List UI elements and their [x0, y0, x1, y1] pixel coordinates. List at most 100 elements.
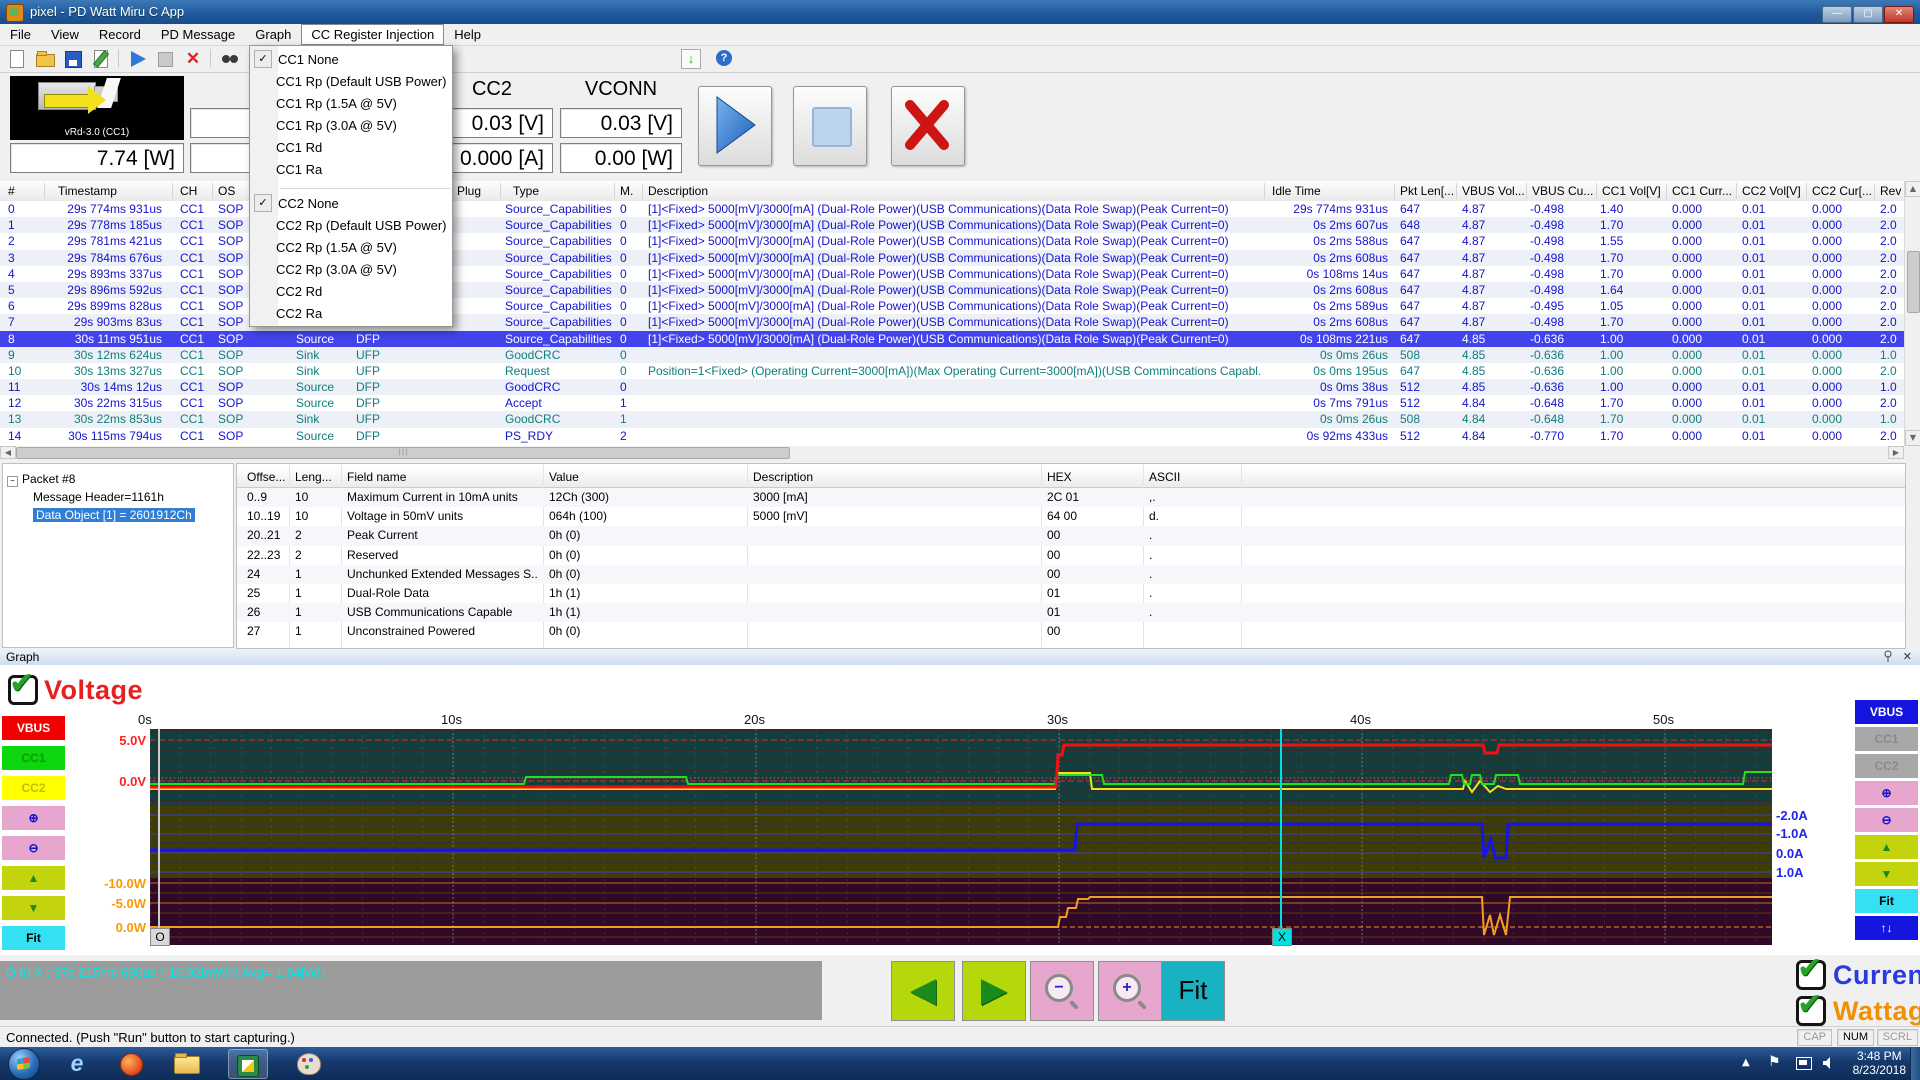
- legend-button[interactable]: ▲: [2, 866, 65, 890]
- start-button[interactable]: [8, 1048, 40, 1080]
- menu-cc-register-injection[interactable]: CC Register Injection: [301, 24, 444, 45]
- collapse-icon[interactable]: −: [7, 476, 18, 487]
- o-cursor-marker[interactable]: O: [150, 928, 170, 946]
- close-panel-icon[interactable]: ✕: [1903, 650, 1912, 663]
- legend-button[interactable]: ▲: [1855, 835, 1918, 859]
- legend-button[interactable]: CC2: [2, 776, 65, 800]
- scroll-down-icon[interactable]: ▼: [1905, 430, 1920, 446]
- save-icon[interactable]: [62, 48, 84, 70]
- table-row[interactable]: 10 30s 13ms 327us CC1 SOP Sink UFP Reque…: [0, 363, 1904, 379]
- legend-button[interactable]: VBUS: [2, 716, 65, 740]
- col-header[interactable]: CC1 Vol[V]: [1602, 184, 1661, 198]
- legend-button[interactable]: ▼: [2, 896, 65, 920]
- import-icon[interactable]: ↓: [680, 48, 702, 70]
- delete-icon[interactable]: ✕: [182, 48, 204, 70]
- col-header[interactable]: Plug: [457, 184, 481, 198]
- tray-network-icon[interactable]: [1796, 1057, 1812, 1070]
- field-row[interactable]: 22..23 2 Reserved 0h (0) 00 .: [237, 546, 1905, 565]
- table-row[interactable]: 13 30s 22ms 853us CC1 SOP Sink UFP GoodC…: [0, 411, 1904, 427]
- scroll-thumb[interactable]: | | |: [16, 447, 790, 459]
- col-header[interactable]: HEX: [1047, 470, 1072, 484]
- table-horizontal-scrollbar[interactable]: ◀ | | | ▶: [0, 446, 1904, 459]
- legend-button[interactable]: CC1: [1855, 727, 1918, 751]
- col-header[interactable]: CC2 Vol[V]: [1742, 184, 1801, 198]
- stop-icon[interactable]: [154, 48, 176, 70]
- tree-item-data-object[interactable]: Data Object [1] = 2601912Ch: [3, 506, 233, 524]
- menu-item[interactable]: CC1 Rp (1.5A @ 5V): [250, 92, 452, 114]
- legend-button[interactable]: ↑↓: [1855, 916, 1918, 940]
- col-header[interactable]: Offse...: [247, 470, 285, 484]
- menu-item[interactable]: CC1 Rp (3.0A @ 5V): [250, 114, 452, 136]
- field-row[interactable]: 20..21 2 Peak Current 0h (0) 00 .: [237, 526, 1905, 545]
- menu-item[interactable]: CC2 Rp (Default USB Power): [250, 214, 452, 236]
- scroll-up-icon[interactable]: ▲: [1905, 181, 1920, 197]
- menu-view[interactable]: View: [41, 24, 89, 45]
- table-row[interactable]: 8 30s 11ms 951us CC1 SOP Source DFP Sour…: [0, 331, 1904, 347]
- table-row[interactable]: 9 30s 12ms 624us CC1 SOP Sink UFP GoodCR…: [0, 347, 1904, 363]
- legend-button[interactable]: ⊖: [1855, 808, 1918, 832]
- menu-item[interactable]: CC2 Rp (3.0A @ 5V): [250, 258, 452, 280]
- table-row[interactable]: 14 30s 115ms 794us CC1 SOP Source DFP PS…: [0, 428, 1904, 444]
- tray-volume-icon[interactable]: [1822, 1056, 1836, 1070]
- legend-button[interactable]: ⊕: [2, 806, 65, 830]
- maximize-button[interactable]: ▢: [1853, 6, 1883, 23]
- table-vertical-scrollbar[interactable]: ▲ ▼: [1904, 181, 1920, 446]
- field-row[interactable]: 27 1 Unconstrained Powered 0h (0) 00: [237, 622, 1905, 641]
- legend-button[interactable]: VBUS: [1855, 700, 1918, 724]
- taskbar-explorer-icon[interactable]: [168, 1049, 206, 1077]
- run-icon[interactable]: [126, 48, 148, 70]
- col-header[interactable]: Value: [549, 470, 579, 484]
- legend-button[interactable]: CC1: [2, 746, 65, 770]
- col-header[interactable]: #: [8, 184, 15, 198]
- menu-pd-message[interactable]: PD Message: [151, 24, 245, 45]
- graph-plot[interactable]: [150, 729, 1772, 945]
- show-desktop-button[interactable]: [1910, 1047, 1920, 1080]
- run-button[interactable]: [698, 86, 772, 166]
- col-header[interactable]: Description: [648, 184, 708, 198]
- menu-item[interactable]: CC2 Rp (1.5A @ 5V): [250, 236, 452, 258]
- zoom-in-button[interactable]: +: [1098, 961, 1162, 1021]
- tree-item-message-header[interactable]: Message Header=1161h: [3, 488, 233, 506]
- field-row[interactable]: 26 1 USB Communications Capable 1h (1) 0…: [237, 603, 1905, 622]
- menu-item[interactable]: [280, 180, 450, 189]
- col-header[interactable]: OS: [218, 184, 235, 198]
- edit-icon[interactable]: [90, 48, 112, 70]
- col-header[interactable]: Idle Time: [1272, 184, 1321, 198]
- field-row[interactable]: 10..19 10 Voltage in 50mV units 064h (10…: [237, 507, 1905, 526]
- zoom-out-button[interactable]: −: [1030, 961, 1094, 1021]
- search-icon[interactable]: [218, 48, 240, 70]
- close-button[interactable]: ✕: [1884, 6, 1914, 23]
- legend-button[interactable]: ▼: [1855, 862, 1918, 886]
- legend-button[interactable]: ⊖: [2, 836, 65, 860]
- field-row[interactable]: 0..9 10 Maximum Current in 10mA units 12…: [237, 488, 1905, 507]
- col-header[interactable]: Rev: [1880, 184, 1901, 198]
- tree-item-packet[interactable]: −Packet #8: [3, 470, 233, 488]
- voltage-checkbox[interactable]: ✔: [8, 675, 38, 705]
- col-header[interactable]: CC1 Curr...: [1672, 184, 1732, 198]
- col-header[interactable]: CC2 Cur[...: [1812, 184, 1872, 198]
- col-header[interactable]: Timestamp: [58, 184, 117, 198]
- field-row[interactable]: 24 1 Unchunked Extended Messages S... 0h…: [237, 565, 1905, 584]
- tray-flag-icon[interactable]: ⚑: [1768, 1054, 1781, 1070]
- tray-expand-icon[interactable]: ▲: [1742, 1057, 1750, 1068]
- fit-button[interactable]: Fit: [1161, 961, 1225, 1021]
- x-cursor-marker[interactable]: X: [1272, 928, 1292, 946]
- col-header[interactable]: Type: [513, 184, 539, 198]
- stop-button[interactable]: [793, 86, 867, 166]
- pan-left-button[interactable]: ◀: [891, 961, 955, 1021]
- menu-item[interactable]: CC1 Ra: [250, 158, 452, 180]
- legend-button[interactable]: ⊕: [1855, 781, 1918, 805]
- col-header[interactable]: ASCII: [1149, 470, 1180, 484]
- menu-item[interactable]: CC1 Rp (Default USB Power): [250, 70, 452, 92]
- menu-item[interactable]: ✓ CC1 None: [250, 48, 452, 70]
- col-header[interactable]: VBUS Vol...: [1462, 184, 1525, 198]
- legend-button[interactable]: Fit: [2, 926, 65, 950]
- legend-button[interactable]: CC2: [1855, 754, 1918, 778]
- col-header[interactable]: M.: [620, 184, 633, 198]
- taskbar-media-player-icon[interactable]: [112, 1049, 150, 1077]
- wattage-checkbox[interactable]: ✔: [1796, 996, 1826, 1026]
- scroll-left-icon[interactable]: ◀: [0, 446, 16, 459]
- table-row[interactable]: 11 30s 14ms 12us CC1 SOP Source DFP Good…: [0, 379, 1904, 395]
- field-row[interactable]: 25 1 Dual-Role Data 1h (1) 01 .: [237, 584, 1905, 603]
- taskbar-clock[interactable]: 3:48 PM 8/23/2018: [1853, 1049, 1906, 1077]
